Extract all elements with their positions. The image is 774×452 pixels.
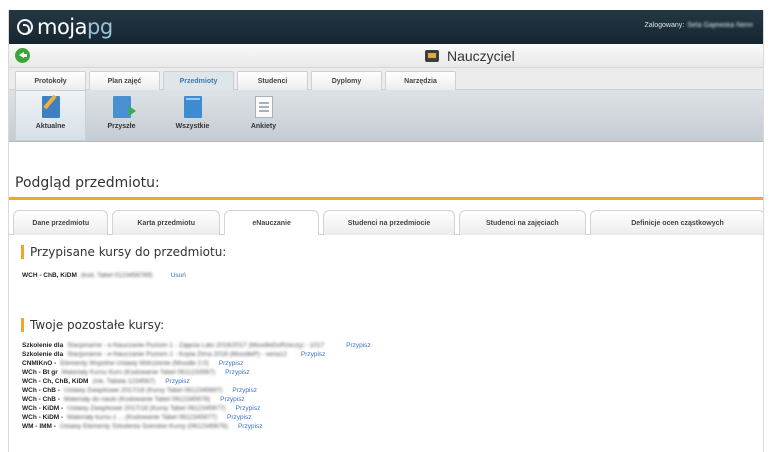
document-arrow-icon	[112, 96, 136, 118]
tab-enauczanie[interactable]: eNauczanie	[223, 210, 320, 235]
toolbar-label: Aktualne	[35, 123, 66, 130]
course-code: WCh - ChB -	[22, 387, 60, 394]
course-row: WCh - ChB - Materiały do nauki (Kodowani…	[22, 396, 245, 403]
assigned-courses-heading: Przypisane kursy do przedmiotu:	[21, 245, 226, 259]
book-icon	[183, 96, 202, 118]
login-status: Zalogowany: Seta Gajewska Nenn	[645, 22, 753, 29]
course-detail: Materiały Kursu Kurs (Kodowanie Tabel 06…	[61, 369, 216, 376]
back-arrow-icon[interactable]	[15, 48, 30, 63]
logo-text: mojapg	[37, 15, 113, 39]
header-bar: mojapg Zalogowany: Seta Gajewska Nenn	[9, 10, 763, 44]
course-code: WCh - KiDM -	[22, 405, 64, 412]
course-row: Szkolenie dla Stacjonarne - e-Nauczanie …	[22, 351, 325, 358]
logo[interactable]: mojapg	[17, 15, 113, 39]
tab-protokoly[interactable]: Protokoły	[15, 71, 86, 90]
course-row: WCh - KiDM - Ustawy Związkowe 2017/18 (K…	[22, 405, 260, 412]
tab-definicje-ocen[interactable]: Definicje ocen cząstkowych	[589, 210, 763, 235]
assign-link[interactable]: Przypisz	[227, 414, 252, 421]
course-code: WCh - KiDM -	[22, 414, 64, 421]
toolbar-label: Wszystkie	[175, 123, 210, 130]
section-marker	[21, 318, 24, 332]
assign-link[interactable]: Przypisz	[301, 351, 326, 358]
tab-studenci-na-zajeciach[interactable]: Studenci na zajęciach	[458, 210, 586, 235]
app-frame: mojapg Zalogowany: Seta Gajewska Nenn Na…	[8, 10, 764, 452]
login-label: Zalogowany:	[644, 22, 685, 29]
course-detail: (kod, Tabel 0123456789)	[80, 272, 153, 279]
tab-karta-przedmiotu[interactable]: Karta przedmiotu	[112, 210, 220, 235]
course-row: WCh - Bt gr Materiały Kursu Kurs (Kodowa…	[22, 369, 250, 376]
toolbar-wszystkie-button[interactable]: Wszystkie	[157, 90, 228, 141]
course-detail: Ustawy Elementy Szkolenia Szerokie Kursy…	[59, 423, 228, 430]
course-code: WM - IMM -	[22, 423, 56, 430]
toolbar-label: Przyszłe	[107, 123, 136, 130]
logo-icon	[17, 19, 33, 35]
course-row: CNMIKnO - Elementy Wspólne Ustawy Wdroże…	[22, 360, 243, 367]
course-detail: Ustawy Związkowe 2017/18 (Kursy Tabel 06…	[63, 387, 223, 394]
assign-link[interactable]: Przypisz	[238, 423, 263, 430]
section-title-text: Przypisane kursy do przedmiotu:	[30, 245, 227, 259]
edit-document-icon	[41, 96, 60, 118]
toolbar-aktualne-button[interactable]: Aktualne	[15, 90, 86, 141]
tab-dyplomy[interactable]: Dyplomy	[311, 71, 382, 90]
assign-link[interactable]: Przypisz	[346, 342, 371, 349]
course-code: WCH - ChB, KiDM	[22, 272, 77, 279]
tab-narzedzia[interactable]: Narzędzia	[385, 71, 456, 90]
course-row: WCh - Ch, ChB, KiDM (mk, Tabela 1234567)…	[22, 378, 190, 385]
course-detail: Stacjonarne - e-Nauczanie Poziom 1 - Kop…	[67, 351, 287, 358]
teacher-board-icon	[425, 50, 439, 62]
subject-sub-tabs: Dane przedmiotu Karta przedmiotu eNaucza…	[9, 210, 763, 235]
other-courses-heading: Twoje pozostałe kursy:	[21, 318, 164, 332]
course-code: CNMIKnO -	[22, 360, 57, 367]
toolbar-label: Ankiety	[250, 123, 277, 130]
unassign-link[interactable]: Usuń	[171, 272, 186, 279]
course-code: Szkolenie dla	[22, 351, 64, 358]
assigned-course-row: WCH - ChB, KiDM (kod, Tabel 0123456789) …	[22, 272, 186, 279]
course-row: WCh - ChB - Ustawy Związkowe 2017/18 (Ku…	[22, 387, 257, 394]
course-code: WCh - Ch, ChB, KiDM	[22, 378, 89, 385]
course-detail: (mk, Tabela 1234567)	[92, 378, 156, 385]
title-divider	[9, 197, 763, 200]
assign-link[interactable]: Przypisz	[219, 360, 244, 367]
course-code: Szkolenie dla	[22, 342, 64, 349]
toolbar-ankiety-button[interactable]: Ankiety	[228, 90, 299, 141]
subject-toolbar: Aktualne Przyszłe Wszystkie Ankiety	[9, 90, 763, 142]
section-title-text: Twoje pozostałe kursy:	[30, 318, 165, 332]
section-marker	[21, 245, 24, 259]
main-menu-tabs: Protokoły Plan zajęć Przedmioty Studenci…	[9, 68, 763, 90]
course-detail: Ustawy Związkowe 2017/18 (Kursy Tabel 06…	[67, 405, 226, 412]
tab-plan-zajec[interactable]: Plan zajęć	[89, 71, 160, 90]
course-detail: Stacjonarne - e-Nauczanie Poziom 1 - Zaj…	[67, 342, 325, 349]
course-code: WCh - ChB -	[22, 396, 60, 403]
tab-dane-przedmiotu[interactable]: Dane przedmiotu	[13, 210, 109, 235]
course-row: Szkolenie dla Stacjonarne - e-Nauczanie …	[22, 342, 371, 349]
toolbar-przyszle-button[interactable]: Przyszłe	[86, 90, 157, 141]
page-title: Podgląd przedmiotu:	[15, 175, 160, 191]
course-code: WCh - Bt gr	[22, 369, 58, 376]
assign-link[interactable]: Przypisz	[220, 396, 245, 403]
tab-studenci-na-przedmiocie[interactable]: Studenci na przedmiocie	[323, 210, 455, 235]
course-detail: Materiały kursu z ... (Kodowanie Tabel 0…	[67, 414, 217, 421]
login-user[interactable]: Seta Gajewska Nenn	[687, 22, 753, 29]
role-indicator: Nauczyciel	[425, 48, 515, 64]
assign-link[interactable]: Przypisz	[236, 405, 261, 412]
role-bar: Nauczyciel	[9, 44, 763, 68]
tab-studenci[interactable]: Studenci	[237, 71, 308, 90]
assign-link[interactable]: Przypisz	[232, 387, 257, 394]
role-label: Nauczyciel	[447, 48, 515, 64]
tab-przedmioty[interactable]: Przedmioty	[163, 71, 234, 90]
course-row: WCh - KiDM - Materiały kursu z ... (Kodo…	[22, 414, 252, 421]
assign-link[interactable]: Przypisz	[165, 378, 190, 385]
course-row: WM - IMM - Ustawy Elementy Szkolenia Sze…	[22, 423, 263, 430]
assign-link[interactable]: Przypisz	[225, 369, 250, 376]
course-detail: Elementy Wspólne Ustawy Wdrożenie (Moodl…	[60, 360, 209, 367]
course-detail: Materiały do nauki (Kodowanie Tabel 0612…	[63, 396, 211, 403]
survey-document-icon	[254, 96, 273, 118]
